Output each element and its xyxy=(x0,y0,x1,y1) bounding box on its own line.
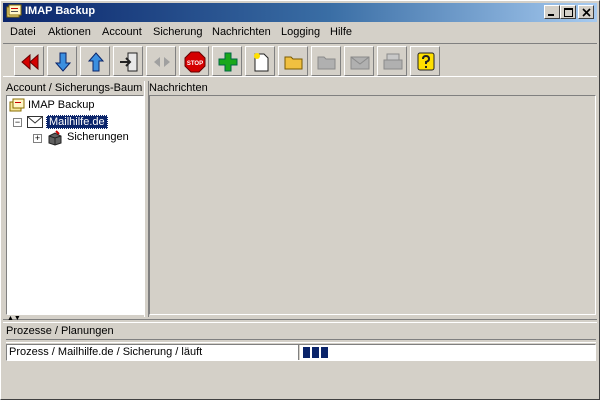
progress-block xyxy=(321,347,328,358)
move-up-button[interactable] xyxy=(80,46,110,76)
new-document-button[interactable] xyxy=(245,46,275,76)
tree-node-label: Sicherungen xyxy=(67,131,129,143)
back-button[interactable] xyxy=(14,46,44,76)
add-button[interactable] xyxy=(212,46,242,76)
minimize-button[interactable] xyxy=(544,5,560,19)
tree-node-root[interactable]: IMAP Backup xyxy=(9,98,139,114)
window-title: IMAP Backup xyxy=(25,5,96,17)
processes-column-header[interactable] xyxy=(6,339,596,343)
arrow-up-icon xyxy=(87,52,105,72)
tree-node-label: IMAP Backup xyxy=(28,99,95,111)
app-window: IMAP Backup Datei Aktionen Account Siche… xyxy=(0,0,600,400)
move-down-button[interactable] xyxy=(47,46,77,76)
messages-list[interactable] xyxy=(149,95,596,315)
mail-disabled-icon xyxy=(350,56,370,70)
mail-disabled-button[interactable] xyxy=(344,46,374,76)
horizontal-splitter[interactable] xyxy=(3,319,597,323)
stop-button[interactable]: STOP xyxy=(179,46,209,76)
column-divider xyxy=(298,345,300,360)
mail-envelope-icon xyxy=(27,116,43,128)
tree-node-backups[interactable]: Sicherungen xyxy=(47,130,142,146)
account-tree[interactable]: IMAP Backup − Mailhilfe.de + Sicherungen xyxy=(6,95,144,315)
tree-pane-header: Account / Sicherungs-Baum xyxy=(6,82,143,94)
progress-block xyxy=(312,347,319,358)
plus-icon xyxy=(218,52,238,72)
progress-block xyxy=(303,347,310,358)
swap-arrows-icon xyxy=(154,57,170,67)
menu-bar: Datei Aktionen Account Sicherung Nachric… xyxy=(3,24,597,42)
collapse-toggle[interactable]: − xyxy=(13,118,22,127)
exit-door-icon xyxy=(120,52,138,72)
expand-toggle[interactable]: + xyxy=(33,134,42,143)
title-bar[interactable]: IMAP Backup xyxy=(3,3,597,22)
menu-hilfe[interactable]: Hilfe xyxy=(330,26,352,38)
app-icon xyxy=(6,4,22,18)
printer-disabled-icon xyxy=(383,53,403,70)
folder-disabled-button[interactable] xyxy=(311,46,341,76)
back-red-icon xyxy=(21,53,39,71)
messages-pane-header: Nachrichten xyxy=(149,82,208,94)
arrow-down-icon xyxy=(54,52,72,72)
help-icon xyxy=(417,52,435,71)
process-row[interactable]: Prozess / Mailhilfe.de / Sicherung / läu… xyxy=(6,344,596,361)
split-arrows-icon: ▲▼ xyxy=(7,315,21,322)
close-icon xyxy=(582,8,591,17)
progress-bar xyxy=(301,346,594,359)
tree-node-label-selected: Mailhilfe.de xyxy=(46,115,108,129)
folder-open-icon xyxy=(284,56,303,70)
stop-sign-icon: STOP xyxy=(184,51,206,73)
menu-datei[interactable]: Datei xyxy=(10,26,36,38)
minimize-icon xyxy=(548,14,554,16)
maximize-button[interactable] xyxy=(560,5,576,19)
tree-node-account[interactable]: Mailhilfe.de xyxy=(27,114,137,130)
menu-logging[interactable]: Logging xyxy=(281,26,320,38)
close-button[interactable] xyxy=(578,5,594,19)
print-disabled-button[interactable] xyxy=(377,46,407,76)
new-document-icon xyxy=(254,53,269,72)
exit-button[interactable] xyxy=(113,46,143,76)
open-folder-button[interactable] xyxy=(278,46,308,76)
swap-button[interactable] xyxy=(146,46,176,76)
process-text: Prozess / Mailhilfe.de / Sicherung / läu… xyxy=(9,346,203,358)
svg-text:STOP: STOP xyxy=(187,61,203,67)
maximize-icon xyxy=(564,8,573,17)
menu-account[interactable]: Account xyxy=(102,26,142,38)
toolbar: STOP xyxy=(3,43,597,77)
menu-nachrichten[interactable]: Nachrichten xyxy=(212,26,271,38)
menu-aktionen[interactable]: Aktionen xyxy=(48,26,91,38)
processes-header: Prozesse / Planungen xyxy=(6,325,114,337)
menu-sicherung[interactable]: Sicherung xyxy=(153,26,203,38)
help-button[interactable] xyxy=(410,46,440,76)
folder-disabled-icon xyxy=(317,56,336,70)
imap-root-icon xyxy=(9,98,25,112)
backup-box-icon xyxy=(48,130,62,146)
